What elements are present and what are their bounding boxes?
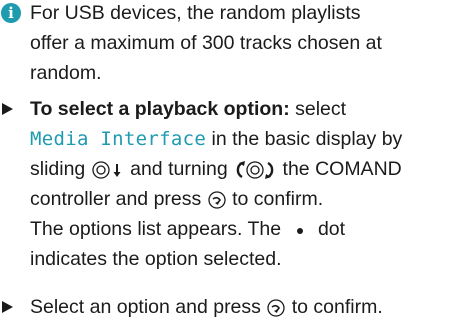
info-line-1: For USB devices, the random playlists bbox=[30, 2, 361, 24]
step2-line-1: Select an option and press to confirm. bbox=[30, 295, 383, 319]
info-icon: i bbox=[1, 3, 21, 23]
step1-line-2: Media Interface in the basic display by bbox=[30, 127, 402, 151]
info-line-3: random. bbox=[30, 62, 102, 84]
step2-post: to confirm. bbox=[286, 296, 383, 318]
step1-line2-rest: in the basic display by bbox=[206, 128, 403, 150]
step1-line3-mid: and turning bbox=[124, 158, 234, 180]
step1-line5-text: The options list appears. The bbox=[30, 218, 287, 240]
step1-line-1: To select a playback option: select bbox=[30, 97, 346, 121]
step1-line-5: The options list appears. The dot bbox=[30, 217, 345, 241]
selected-dot-icon bbox=[287, 219, 313, 241]
step1-line5-post: dot bbox=[312, 218, 346, 240]
step1-line3-pre: sliding bbox=[30, 158, 91, 180]
step1-line-6: indicates the option selected. bbox=[30, 248, 282, 270]
step1-line4-pre: controller and press bbox=[30, 188, 207, 210]
slide-down-icon bbox=[91, 159, 125, 181]
step2-pre: Select an option and press bbox=[30, 296, 267, 318]
press-to-confirm-icon bbox=[207, 189, 227, 211]
step1-heading: To select a playback option: bbox=[30, 98, 290, 120]
step1-line-3: sliding and turning the COMAND bbox=[30, 157, 402, 181]
press-to-confirm-icon bbox=[266, 297, 286, 319]
step1-line3-post: the COMAND bbox=[277, 158, 402, 180]
media-interface-term: Media Interface bbox=[30, 128, 207, 150]
step1-line4-post: to confirm. bbox=[226, 188, 324, 210]
triangle-bullet-icon bbox=[2, 103, 13, 115]
step1-line-4: controller and press to confirm. bbox=[30, 187, 323, 211]
triangle-bullet-icon bbox=[2, 301, 13, 313]
step1-line1-rest: select bbox=[289, 98, 347, 120]
turn-controller-icon bbox=[233, 159, 277, 181]
info-line-2: offer a maximum of 300 tracks chosen at bbox=[30, 32, 382, 54]
